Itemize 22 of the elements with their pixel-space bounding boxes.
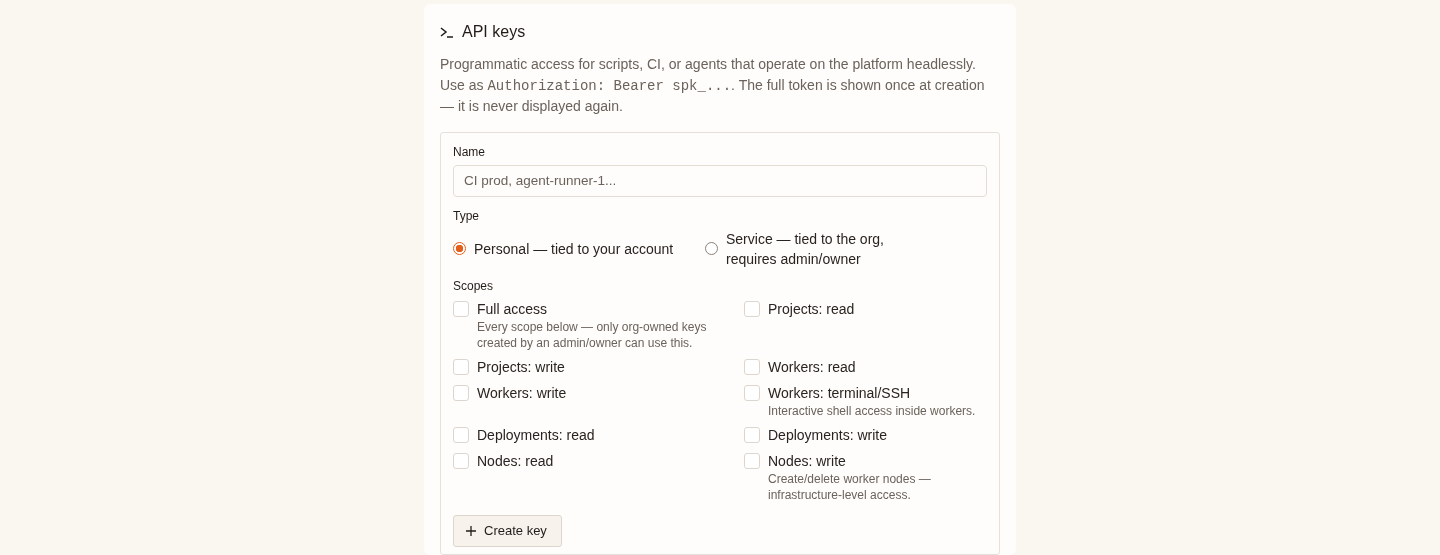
scope-label: Projects: write (477, 357, 565, 377)
radio-label: Personal — tied to your account (474, 239, 674, 259)
field-label: Name (453, 144, 486, 159)
section-title: API keys (462, 23, 526, 41)
name-field[interactable]: CI prod, agent-runner-1... (453, 164, 987, 197)
scope-hint: Interactive shell access inside workers. (768, 402, 976, 419)
scope-hint: Every scope below — only org-owned keys created by an admin/owner can use this. (477, 318, 708, 351)
scope-label: Projects: read (768, 299, 855, 319)
field-label: Type (453, 208, 480, 223)
scope-hint: Create/delete worker nodes — infrastructure-level access. (768, 470, 932, 503)
scope-label: Workers: write (477, 383, 567, 403)
scope-label: Workers: terminal/SSH (768, 383, 912, 403)
create-key-button[interactable]: Create key (453, 514, 562, 547)
scope-label: Deployments: write (768, 425, 888, 445)
scope-label: Nodes: read (477, 451, 554, 471)
scope-label: Workers: read (768, 357, 856, 377)
radio-label: Service — tied to the org, requires admin/owner (726, 229, 885, 269)
scope-label: Nodes: write (768, 451, 847, 471)
section-description: Programmatic access for scripts, CI, or agents that operate on the platform headlessly. Use as Authorization: Bearer spk_.... The full token is shown once at creation — it is never displayed again. (440, 55, 986, 116)
scope-label: Full access (477, 299, 549, 319)
scope-label: Deployments: read (477, 425, 595, 445)
field-label: Scopes (453, 278, 495, 293)
